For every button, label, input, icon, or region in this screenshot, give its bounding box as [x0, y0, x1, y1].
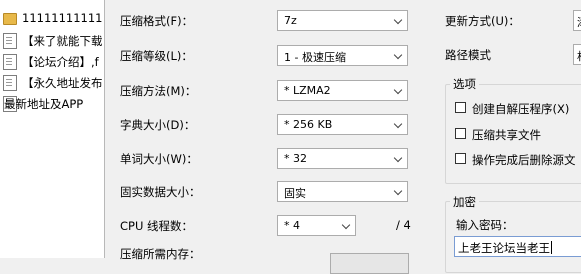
word-value: * 32 [284, 152, 307, 165]
path-label: 路径模式 [445, 48, 491, 62]
list-item-label: 【来了就能下载 [22, 34, 103, 48]
password-value: 上老王论坛当老王 [458, 241, 550, 255]
list-item[interactable]: 最新地址及APP [0, 93, 104, 113]
threads-select[interactable]: * 4 [277, 215, 356, 236]
list-item[interactable]: 【永久地址发布 [0, 72, 104, 92]
chevron-down-icon [394, 121, 402, 129]
method-select[interactable]: * LZMA2 [277, 80, 408, 101]
chevron-down-icon [394, 52, 402, 60]
folder-icon [3, 13, 17, 25]
document-icon [3, 75, 17, 91]
update-select[interactable]: 添 [573, 10, 581, 31]
method-value: * LZMA2 [284, 84, 331, 97]
update-label: 更新方式(U)： [445, 14, 520, 28]
threads-total: / 4 [396, 218, 411, 232]
memory-label: 压缩所需内存： [120, 247, 201, 261]
level-value: 1 - 极速压缩 [284, 51, 346, 64]
level-label: 压缩等级(L)： [120, 49, 193, 63]
file-list: 11111111111 【来了就能下载 【论坛介绍】,f 【永久地址发布 最新地… [0, 0, 104, 258]
password-input[interactable]: 上老王论坛当老王 [454, 236, 581, 257]
solid-value: 固实 [284, 187, 306, 200]
dict-label: 字典大小(D)： [120, 118, 196, 132]
level-select[interactable]: 1 - 极速压缩 [277, 45, 408, 66]
sfx-label: 创建自解压程序(X) [472, 102, 570, 116]
encrypt-title: 加密 [450, 194, 479, 210]
dict-value: * 256 KB [284, 118, 333, 131]
document-icon [3, 54, 17, 70]
solid-label: 固实数据大小： [120, 185, 201, 199]
threads-label: CPU 线程数： [120, 219, 194, 233]
method-label: 压缩方法(M)： [120, 84, 197, 98]
update-value: 添 [577, 14, 581, 30]
checkbox-icon[interactable] [455, 102, 466, 113]
threads-value: * 4 [284, 219, 300, 232]
dict-select[interactable]: * 256 KB [277, 114, 408, 135]
path-select[interactable]: 相 [573, 44, 581, 65]
word-select[interactable]: * 32 [277, 148, 408, 169]
password-label: 输入密码： [456, 218, 514, 232]
chevron-down-icon [394, 17, 402, 25]
format-select[interactable]: 7z [277, 10, 408, 31]
solid-select[interactable]: 固实 [277, 181, 408, 202]
add-to-archive-dialog: 压缩格式(F)： 压缩等级(L)： 压缩方法(M)： 字典大小(D)： 单词大小… [104, 0, 581, 274]
path-value: 相 [577, 48, 581, 64]
checkbox-icon[interactable] [455, 153, 466, 164]
memory-field [330, 253, 409, 274]
checkbox-icon[interactable] [455, 128, 466, 139]
document-icon [3, 33, 17, 49]
list-item[interactable]: 【来了就能下载 [0, 30, 104, 50]
list-item[interactable]: 【论坛介绍】,f [0, 51, 104, 71]
list-item[interactable]: 11111111111 [0, 8, 104, 28]
chevron-down-icon [394, 87, 402, 95]
list-item-label: 11111111111 [22, 11, 103, 25]
shared-files-label: 压缩共享文件 [472, 128, 541, 142]
chevron-down-icon [394, 188, 402, 196]
list-item-label: 【论坛介绍】,f [22, 55, 99, 69]
list-item-label: 【永久地址发布 [22, 76, 103, 90]
chevron-down-icon [342, 222, 350, 230]
format-label: 压缩格式(F)： [120, 14, 194, 28]
list-item-label: 最新地址及APP [4, 97, 84, 111]
format-value: 7z [284, 14, 297, 27]
text-caret [551, 241, 552, 254]
chevron-down-icon [394, 155, 402, 163]
options-title: 选项 [450, 76, 479, 92]
delete-after-label: 操作完成后删除源文 [472, 153, 576, 167]
word-label: 单词大小(W)： [120, 152, 198, 166]
